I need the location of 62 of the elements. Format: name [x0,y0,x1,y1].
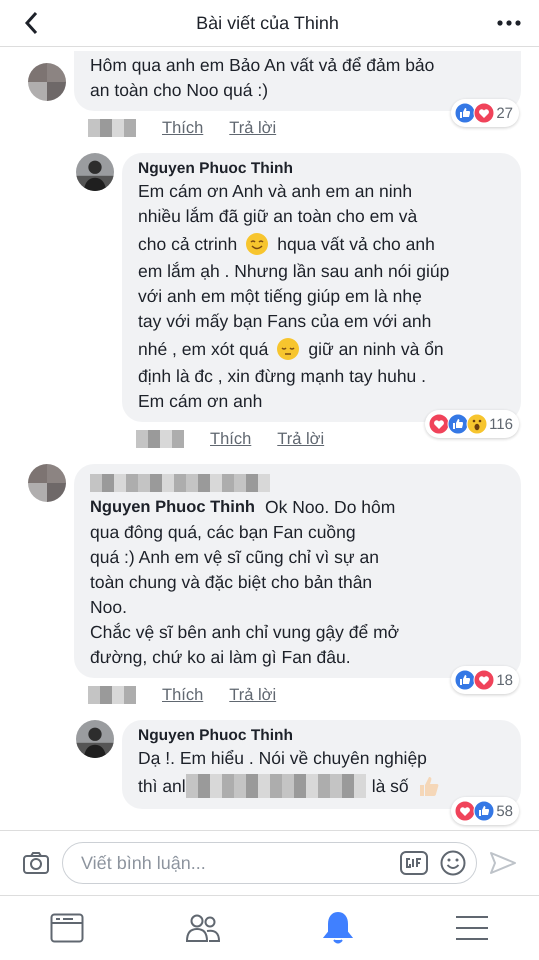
gif-icon[interactable] [400,851,428,875]
comment-text: an toàn cho Noo quá :) [90,79,268,102]
blurred-time [88,119,136,137]
comment-text: Noo. [90,596,127,619]
emoji-icon[interactable] [440,850,466,876]
love-reaction-icon [454,800,476,822]
commenter-name[interactable]: Nguyen Phuoc Thinh [138,159,509,179]
comment-text: em lắm ạh . Nhưng lần sau anh nói giúp [138,260,450,283]
comment-text: nhiều lắm đã giữ an toàn cho em và [138,205,418,228]
more-icon[interactable] [496,20,521,26]
comment-text: cho cả ctrinh [138,232,238,256]
friends-icon [185,913,222,943]
blurred-time [88,686,136,704]
comment-text: toàn chung và đặc biệt cho bản thân [90,571,372,594]
comment-text: qua đông quá, các bạn Fan cuồng [90,521,356,544]
notifications-bell-icon [322,911,354,945]
like-reaction-icon [454,102,476,124]
comment-text: Hôm qua anh em Bảo An vất vả để đảm bảo [90,54,434,77]
comment-box[interactable]: Viết bình luận... [62,842,477,884]
menu-icon [454,915,489,941]
comment-text: tay với mấy bạn Fans của em với anh [138,310,432,333]
reaction-count: 27 [496,104,513,122]
comment-text: định là đc , xin đừng mạnh tay huhu . [138,365,426,388]
comment-text: Em cám ơn anh [138,390,262,413]
comment-action-link[interactable]: Trả lời [229,686,276,704]
comment-action-link[interactable]: Trả lời [277,430,324,448]
news-feed-icon [50,913,84,943]
comment-action-link[interactable]: Thích [210,430,252,448]
page-title: Bài viết của Thinh [196,12,339,34]
comment-text: thì anl [138,774,186,798]
comment-action-link[interactable]: Thích [162,686,204,704]
reaction-count: 116 [489,416,513,432]
reaction-count: 58 [496,802,513,820]
comment-text: Em cám ơn Anh và anh em an ninh [138,180,412,203]
like-reaction-icon [447,413,470,435]
love-reaction-icon [473,102,496,124]
blurred-time [136,430,184,448]
mention-link[interactable]: Nguyen Phuoc Thinh [90,495,255,520]
comment-text: Chắc vệ sĩ bên anh chỉ vung gậy để mở [90,621,400,644]
camera-icon[interactable] [22,851,50,875]
comment-text: Dạ !. Em hiểu . Nói về chuyên nghiệp [138,747,427,770]
smile-emoji-icon [245,232,270,256]
like-reaction-icon [473,800,496,822]
comment-text: đường, chứ ko ai làm gì Fan đâu. [90,646,351,669]
comment-text: với anh em một tiếng giúp em là nhẹ [138,285,422,308]
comment-text: nhé , em xót quá [138,338,268,361]
comment-action-link[interactable]: Trả lời [229,118,276,138]
comment-text: hqua vất vả cho anh [277,232,435,256]
sad-emoji-icon [276,337,300,361]
love-reaction-icon [473,669,496,691]
comment-action-link[interactable]: Thích [162,118,204,138]
commenter-name[interactable]: Nguyen Phuoc Thinh [138,726,509,746]
comment-text: giữ an ninh và ổn [308,338,444,361]
back-icon[interactable] [24,11,38,35]
like-reaction-icon [454,669,476,691]
wow-reaction-icon [466,413,488,435]
love-reaction-icon [428,413,450,435]
comment-text: Ok Noo. Do hôm [265,496,396,519]
comment-text: là số [372,774,409,798]
comment-input-field[interactable]: Viết bình luận... [79,852,388,874]
comment-text: quá :) Anh em vệ sĩ cũng chỉ vì sự an [90,546,379,569]
reaction-count: 18 [496,672,513,688]
